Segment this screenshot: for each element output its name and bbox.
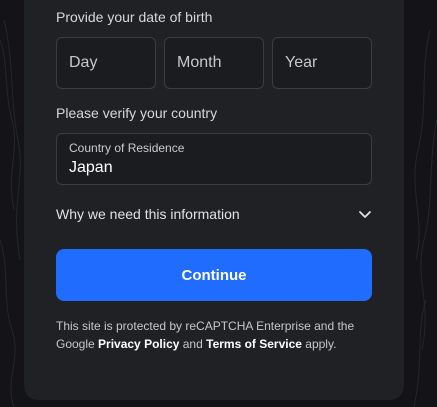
legal-and: and	[179, 337, 207, 351]
terms-of-service-link[interactable]: Terms of Service	[206, 337, 302, 351]
country-select[interactable]: Country of Residence Japan	[56, 133, 372, 185]
legal-notice: This site is protected by reCAPTCHA Ente…	[56, 317, 374, 353]
country-value: Japan	[69, 159, 113, 176]
dob-label: Provide your date of birth	[56, 9, 213, 25]
continue-button[interactable]: Continue	[56, 249, 372, 301]
month-placeholder: Month	[177, 54, 222, 71]
why-info-toggle[interactable]: Why we need this information	[56, 204, 372, 224]
day-field[interactable]: Day	[56, 37, 156, 89]
country-label: Please verify your country	[56, 105, 218, 121]
year-field[interactable]: Year	[272, 37, 372, 89]
day-placeholder: Day	[69, 54, 98, 71]
chevron-down-icon	[359, 211, 371, 218]
month-field[interactable]: Month	[164, 37, 264, 89]
privacy-policy-link[interactable]: Privacy Policy	[98, 337, 179, 351]
why-info-label: Why we need this information	[56, 206, 240, 222]
country-field-label: Country of Residence	[69, 141, 185, 155]
legal-suffix: apply.	[301, 337, 337, 351]
year-placeholder: Year	[285, 54, 318, 71]
